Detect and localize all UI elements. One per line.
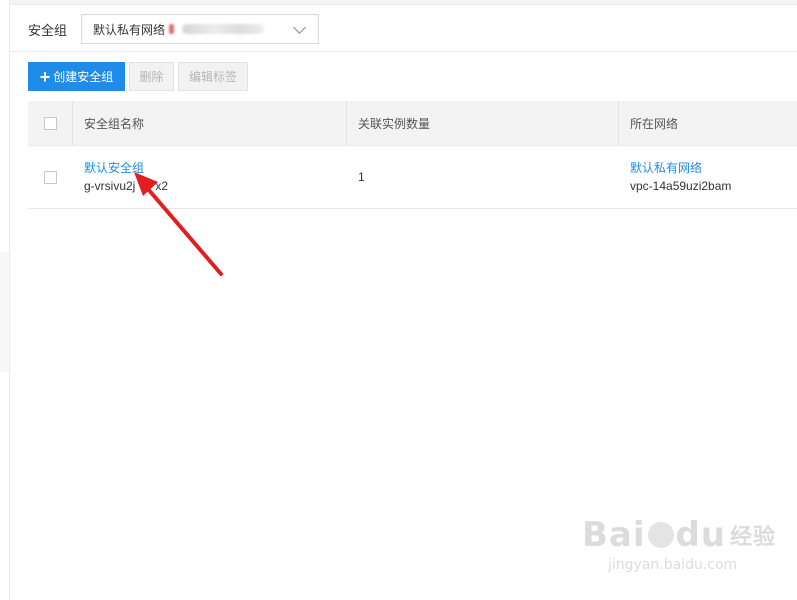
- header-name: 安全组名称: [73, 101, 347, 145]
- watermark-url: jingyan.baidu.com: [608, 557, 738, 573]
- table-header: 安全组名称 关联实例数量 所在网络: [28, 101, 797, 146]
- left-panel-block: [0, 252, 9, 372]
- blurred-region: [169, 24, 175, 34]
- watermark-brand: Bai: [582, 515, 646, 555]
- create-security-group-button[interactable]: + 创建安全组: [28, 62, 125, 91]
- header-network: 所在网络: [630, 116, 679, 131]
- row-network-cell: 默认私有网络 vpc-14a59uzi2bam: [619, 146, 797, 208]
- security-group-id: g-vrsivu2j x2: [84, 177, 347, 195]
- row-checkbox-cell: [28, 146, 73, 208]
- paw-icon: [647, 522, 674, 548]
- security-group-name-link[interactable]: 默认安全组: [84, 159, 347, 177]
- watermark-logo: Bai du 经验: [582, 515, 776, 555]
- vpc-select[interactable]: 默认私有网络: [81, 14, 320, 44]
- vpc-select-value: 默认私有网络: [93, 22, 166, 37]
- toolbar: + 创建安全组 删除 编辑标签: [28, 62, 252, 91]
- blurred-region: [182, 24, 265, 34]
- header-checkbox-cell: [28, 101, 73, 145]
- security-group-id-head: g-vrsivu2j: [84, 179, 136, 193]
- filter-label: 安全组: [28, 22, 68, 38]
- select-all-checkbox[interactable]: [43, 116, 57, 130]
- vpc-filter-row: 安全组 默认私有网络: [28, 13, 320, 45]
- security-group-id-tail: x2: [155, 179, 169, 193]
- network-name-link[interactable]: 默认私有网络: [630, 159, 797, 177]
- row-name-cell: 默认安全组 g-vrsivu2j x2: [73, 146, 347, 208]
- edit-tags-button[interactable]: 编辑标签: [178, 62, 248, 91]
- watermark-product: 经验: [730, 525, 777, 550]
- header-instance-count: 关联实例数量: [347, 101, 619, 145]
- plus-icon: +: [39, 66, 51, 87]
- row-checkbox[interactable]: [44, 170, 57, 184]
- network-id: vpc-14a59uzi2bam: [630, 179, 732, 193]
- security-group-table: 安全组名称 关联实例数量 所在网络 默认安全组 g-vrsivu2j x2 1 默…: [28, 101, 797, 209]
- top-bar-edge: [0, 0, 797, 5]
- baidu-jingyan-watermark: Bai du 经验 jingyan.baidu.com: [582, 515, 776, 573]
- delete-button[interactable]: 删除: [129, 62, 174, 91]
- table-row: 默认安全组 g-vrsivu2j x2 1 默认私有网络 vpc-14a59uzi…: [28, 146, 797, 209]
- chevron-down-icon: [293, 21, 306, 34]
- create-button-label: 创建安全组: [53, 70, 114, 84]
- divider: [9, 51, 797, 52]
- watermark-brand-tail: du: [675, 515, 727, 555]
- row-instance-count-cell: 1: [347, 146, 619, 208]
- instance-count: 1: [358, 170, 365, 184]
